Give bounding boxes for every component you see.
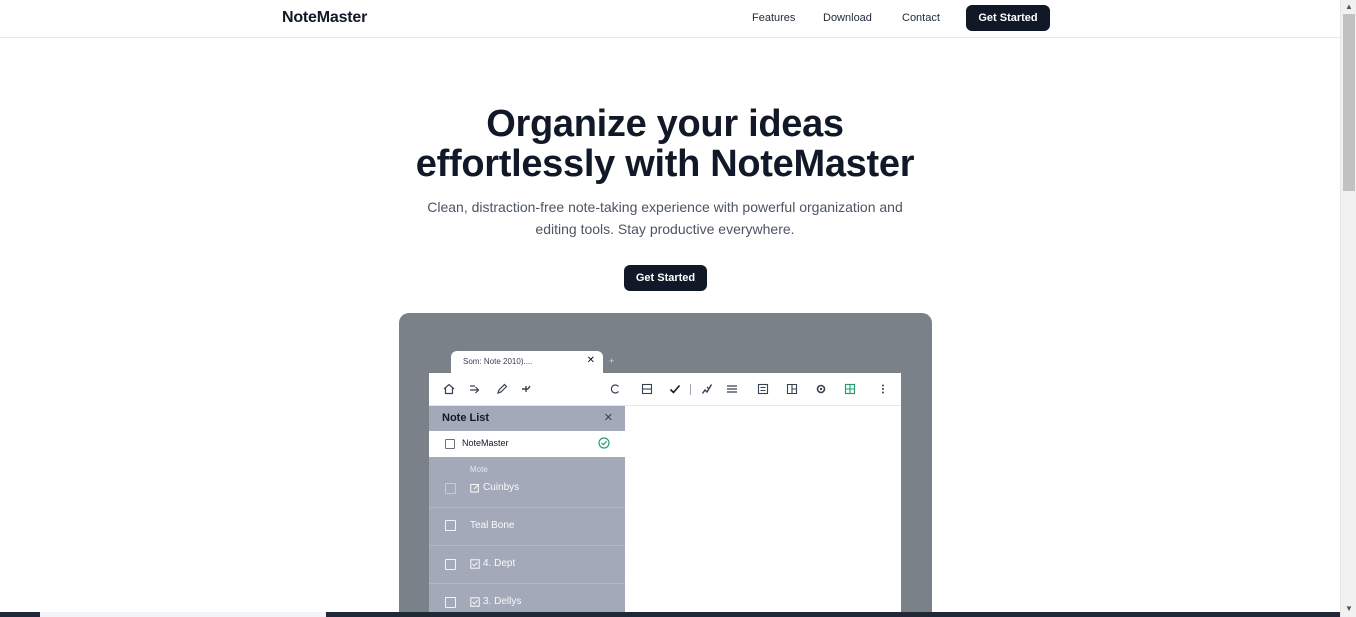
settings-icon[interactable] bbox=[813, 381, 829, 397]
brush-icon[interactable] bbox=[699, 381, 715, 397]
layout-icon[interactable] bbox=[784, 381, 800, 397]
hero-title-line-2: effortlessly with NoteMaster bbox=[415, 143, 915, 185]
nav-link-contact[interactable]: Contact bbox=[902, 12, 940, 24]
note-item-content: 3. Dellys bbox=[470, 596, 521, 607]
nav-link-download[interactable]: Download bbox=[823, 12, 872, 24]
note-item-label: 4. Dept bbox=[483, 558, 516, 569]
note-checkbox[interactable] bbox=[445, 520, 456, 531]
note-checkbox[interactable] bbox=[445, 597, 456, 608]
add-tab-icon[interactable]: + bbox=[609, 356, 614, 366]
bottom-strip-segment bbox=[40, 612, 326, 617]
hero-title-line-1: Organize your ideas bbox=[486, 103, 844, 145]
note-item[interactable]: Cuinbys bbox=[429, 470, 625, 508]
note-item-selected[interactable]: NoteMaster bbox=[429, 431, 625, 457]
app-toolbar bbox=[429, 373, 901, 406]
note-item-label: Cuinbys bbox=[483, 482, 520, 493]
note-item-content: Cuinbys bbox=[470, 482, 519, 493]
note-editor-area[interactable] bbox=[625, 406, 901, 617]
edit-note-icon bbox=[470, 483, 480, 492]
note-item-content: Teal Bone bbox=[470, 520, 514, 531]
hero-title: Organize your ideas effortlessly with No… bbox=[0, 104, 1330, 184]
redo-icon[interactable] bbox=[467, 381, 483, 397]
close-icon[interactable]: ✕ bbox=[604, 411, 613, 424]
app-tab-label: Som: Note 2010).... bbox=[463, 357, 533, 366]
pencil-icon[interactable] bbox=[494, 381, 510, 397]
align-icon[interactable] bbox=[724, 381, 740, 397]
share-icon[interactable] bbox=[518, 381, 534, 397]
checked-note-icon bbox=[470, 558, 480, 569]
nav-link-features[interactable]: Features bbox=[752, 12, 795, 24]
note-item[interactable]: Teal Bone bbox=[429, 508, 625, 546]
page-scrollbar[interactable]: ▲ ▼ bbox=[1340, 0, 1356, 617]
hero-subtitle: Clean, distraction-free note-taking expe… bbox=[410, 196, 920, 240]
toolbar-divider bbox=[690, 384, 691, 395]
note-checkbox[interactable] bbox=[445, 439, 455, 449]
note-item-label: NoteMaster bbox=[462, 438, 509, 448]
hero-get-started-button[interactable]: Get Started bbox=[624, 265, 707, 291]
note-item-label: Teal Bone bbox=[470, 520, 515, 531]
bottom-progress-strip bbox=[0, 612, 1340, 617]
brand-logo[interactable]: NoteMaster bbox=[282, 9, 367, 27]
top-navbar: NoteMaster Features Download Contact Get… bbox=[0, 0, 1340, 38]
note-checkbox[interactable] bbox=[445, 483, 456, 494]
home-icon[interactable] bbox=[441, 381, 457, 397]
note-list-panel: Note List ✕ NoteMaster Mote Cuinbys Teal… bbox=[429, 406, 625, 617]
note-list-header: Note List ✕ bbox=[429, 406, 625, 431]
hero-subtitle-line-1: Clean, distraction-free note-taking expe… bbox=[427, 199, 903, 215]
note-list-title: Note List bbox=[442, 412, 490, 424]
table-icon[interactable] bbox=[842, 381, 858, 397]
scroll-down-icon[interactable]: ▼ bbox=[1345, 604, 1353, 613]
check-icon[interactable] bbox=[667, 381, 683, 397]
note-item[interactable]: 4. Dept bbox=[429, 546, 625, 584]
hero-subtitle-line-2: editing tools. Stay productive everywher… bbox=[535, 221, 795, 237]
save-icon[interactable] bbox=[639, 381, 655, 397]
refresh-icon[interactable] bbox=[607, 381, 623, 397]
more-icon[interactable] bbox=[875, 381, 891, 397]
nav-get-started-button[interactable]: Get Started bbox=[966, 5, 1050, 31]
app-tab[interactable]: Som: Note 2010).... ✕ bbox=[451, 351, 603, 375]
check-circle-icon bbox=[598, 437, 610, 449]
note-item-content: 4. Dept bbox=[470, 558, 515, 569]
app-preview: Som: Note 2010).... ✕ + Note List ✕ Note… bbox=[399, 313, 932, 617]
close-icon[interactable]: ✕ bbox=[587, 355, 595, 366]
scroll-up-icon[interactable]: ▲ bbox=[1345, 2, 1353, 11]
scrollbar-thumb[interactable] bbox=[1343, 14, 1355, 191]
app-window: Note List ✕ NoteMaster Mote Cuinbys Teal… bbox=[429, 373, 901, 617]
note-checkbox[interactable] bbox=[445, 559, 456, 570]
image-icon[interactable] bbox=[755, 381, 771, 397]
note-item-label: 3. Dellys bbox=[483, 596, 522, 607]
checked-note-icon bbox=[470, 596, 480, 607]
